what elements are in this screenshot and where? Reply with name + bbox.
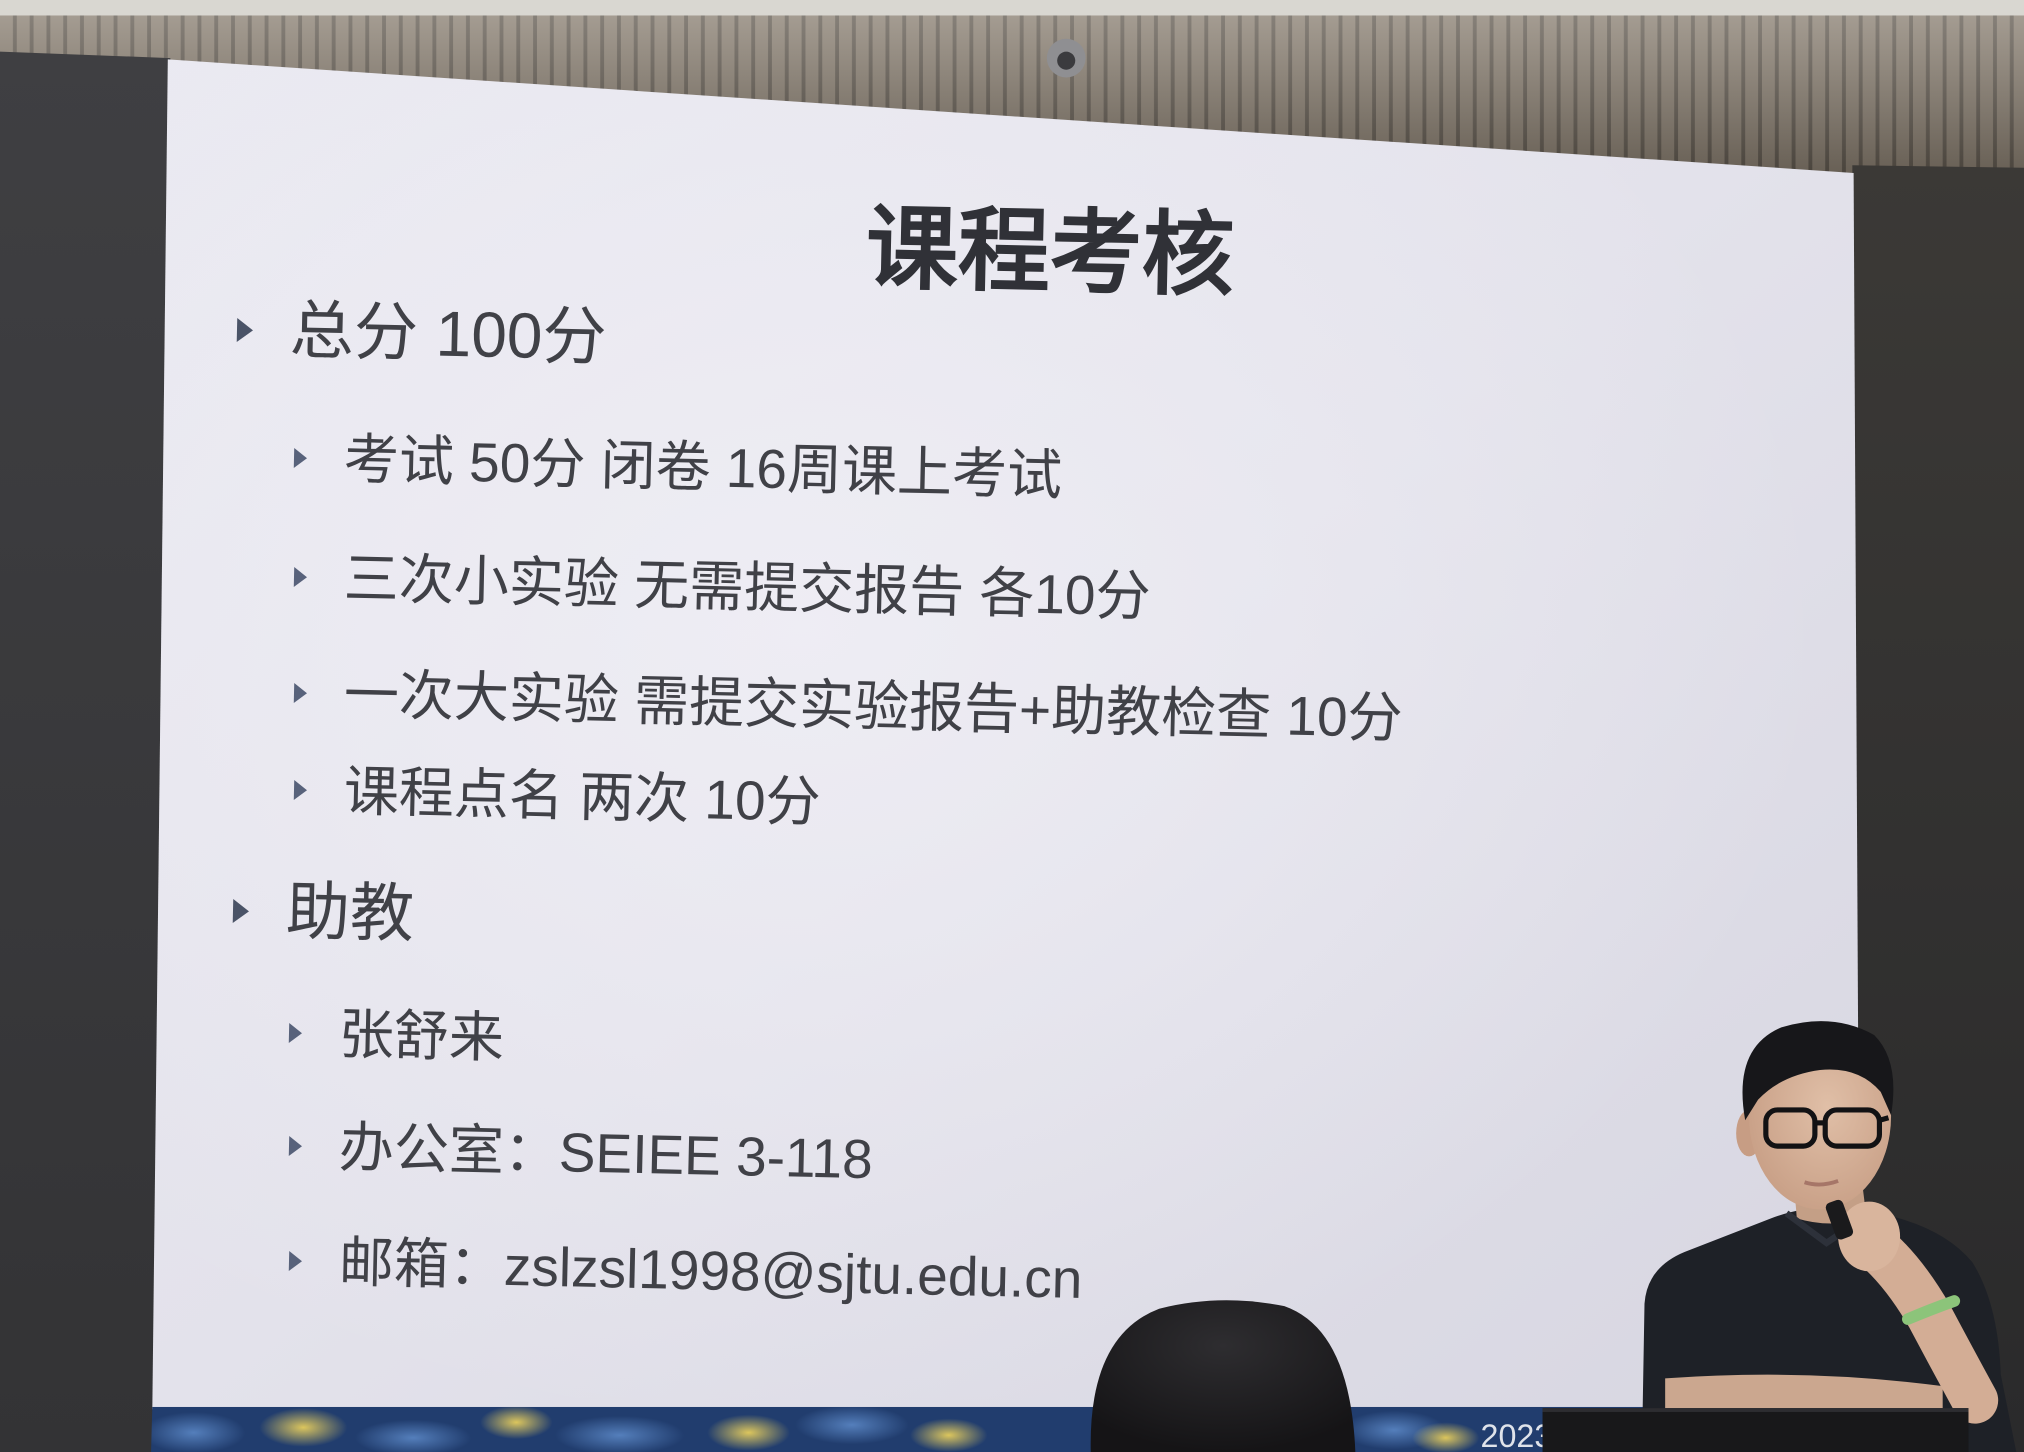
audience-head bbox=[1090, 1300, 1356, 1452]
presenter bbox=[1641, 1021, 2017, 1452]
foreground bbox=[1090, 1021, 2017, 1452]
monitor bbox=[1542, 1408, 1969, 1452]
